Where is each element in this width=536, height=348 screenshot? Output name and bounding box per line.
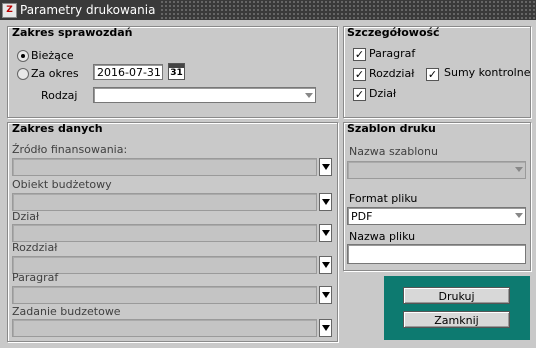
file-format-select[interactable]: PDF <box>347 207 526 225</box>
checkbox-paragraph-label: Paragraf <box>369 47 416 60</box>
chevron-down-icon <box>515 167 523 172</box>
section-label: Dział <box>12 210 40 223</box>
budget-task-field[interactable] <box>12 319 317 337</box>
title-bar[interactable]: Z Parametry drukowania <box>0 0 536 20</box>
data-range-title: Zakres danych <box>12 122 103 135</box>
budget-object-label: Obiekt budżetowy <box>12 178 112 191</box>
window-title: Parametry drukowania <box>20 3 156 17</box>
chevron-down-icon <box>515 213 523 218</box>
chapter-lov-button[interactable] <box>319 256 332 274</box>
radio-period-label: Za okres <box>31 67 79 80</box>
template-name-select[interactable] <box>347 161 526 179</box>
funding-source-field[interactable] <box>12 158 317 176</box>
funding-source-label: Źródło finansowania: <box>12 143 128 156</box>
radio-period[interactable] <box>17 68 29 80</box>
checkbox-section[interactable]: ✓ <box>353 88 366 101</box>
paragraph-field[interactable] <box>12 286 317 304</box>
detail-level-title: Szczegółowość <box>347 26 440 39</box>
checkbox-section-label: Dział <box>369 87 397 100</box>
checkbox-control-sums-label: Sumy kontrolne <box>444 66 531 79</box>
checkbox-paragraph[interactable]: ✓ <box>353 48 366 61</box>
print-template-title: Szablon druku <box>347 122 436 135</box>
paragraph-lov-button[interactable] <box>319 286 332 304</box>
funding-source-lov-button[interactable] <box>319 158 332 176</box>
checkbox-control-sums[interactable]: ✓ <box>426 68 439 81</box>
date-field[interactable]: 2016-07-31 <box>93 64 163 80</box>
type-label: Rodzaj <box>41 89 78 102</box>
chapter-label: Rozdział <box>12 241 58 254</box>
budget-object-lov-button[interactable] <box>319 193 332 211</box>
budget-task-lov-button[interactable] <box>319 319 332 337</box>
report-icon: Z <box>2 3 17 18</box>
checkbox-chapter-label: Rozdział <box>369 67 415 80</box>
file-name-field[interactable] <box>347 244 526 264</box>
file-format-label: Format pliku <box>349 192 418 205</box>
budget-object-field[interactable] <box>12 193 317 211</box>
radio-current[interactable] <box>17 50 29 62</box>
radio-current-label: Bieżące <box>31 49 74 62</box>
window-title-wrap: Z Parametry drukowania <box>0 0 162 20</box>
chevron-down-icon <box>305 93 313 98</box>
file-name-label: Nazwa pliku <box>349 230 416 243</box>
section-lov-button[interactable] <box>319 224 332 242</box>
type-select[interactable] <box>93 87 316 103</box>
action-buttons-area <box>384 276 530 340</box>
checkbox-chapter[interactable]: ✓ <box>353 68 366 81</box>
close-button[interactable]: Zamknij <box>403 311 510 328</box>
paragraph-label: Paragraf <box>12 271 59 284</box>
budget-task-label: Zadanie budzetowe <box>12 305 121 318</box>
print-parameters-window: Z Parametry drukowania Zakres sprawozdań… <box>0 0 536 348</box>
report-range-title: Zakres sprawozdań <box>12 26 133 39</box>
print-button[interactable]: Drukuj <box>403 287 510 304</box>
section-field[interactable] <box>12 224 317 242</box>
template-name-label: Nazwa szablonu <box>349 145 438 158</box>
calendar-icon[interactable]: 31 <box>168 63 185 80</box>
file-format-value: PDF <box>351 210 373 223</box>
